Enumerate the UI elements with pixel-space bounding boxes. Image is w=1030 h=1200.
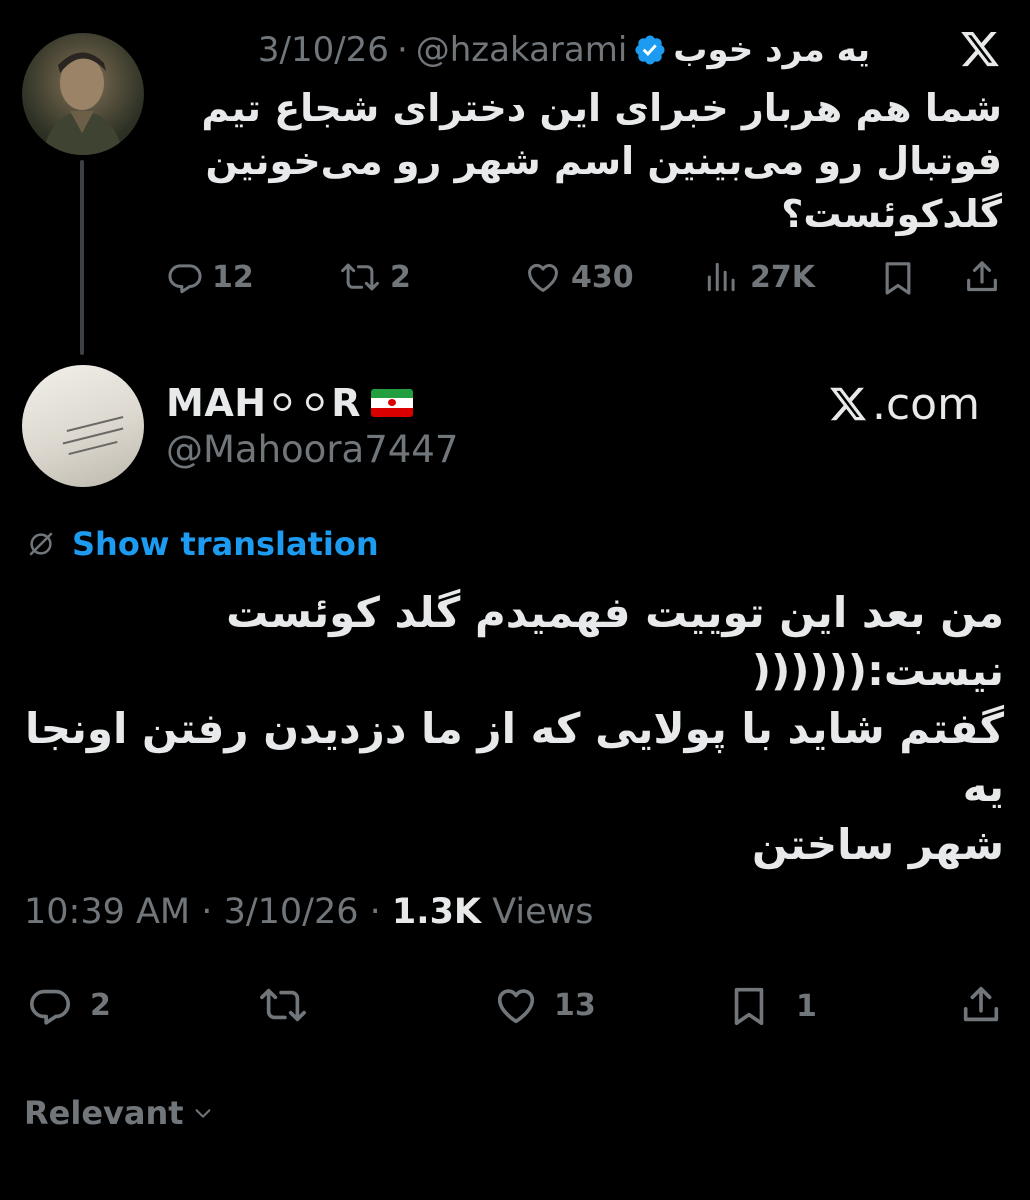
parent-text-line: شما هم هربار خبرای این دخترای شجاع تیم <box>201 86 1002 130</box>
x-com-logo: .com <box>826 378 980 430</box>
reply-reply-button[interactable]: 2 <box>26 982 111 1028</box>
parent-views-button[interactable]: 27K <box>702 258 815 296</box>
reply-avatar[interactable] <box>22 365 144 487</box>
parent-bookmark-button[interactable] <box>878 258 918 298</box>
sort-dropdown[interactable]: Relevant <box>24 1090 214 1136</box>
reply-reply-count: 2 <box>90 987 111 1023</box>
share-icon <box>967 261 997 292</box>
reply-date[interactable]: 3/10/26 <box>224 892 359 932</box>
sort-label: Relevant <box>24 1094 184 1132</box>
reply-views-count[interactable]: 1.3K <box>392 892 481 932</box>
parent-share-button[interactable] <box>962 256 1002 298</box>
show-translation-label[interactable]: Show translation <box>72 525 379 563</box>
reply-time[interactable]: 10:39 AM <box>24 892 190 932</box>
parent-repost-button[interactable]: 2 <box>338 258 411 296</box>
reply-bookmark-count: 1 <box>796 988 817 1024</box>
bookmark-icon <box>734 987 764 1026</box>
repost-icon <box>341 263 379 291</box>
heart-icon <box>497 989 535 1024</box>
parent-date[interactable]: 3/10/26 <box>258 30 389 70</box>
parent-text-line: گلدکوئست؟ <box>781 192 1002 236</box>
reply-icon <box>168 264 202 294</box>
share-icon <box>963 986 999 1022</box>
heart-icon <box>528 263 558 292</box>
x-com-label: .com <box>872 378 980 430</box>
parent-tweet-text: شما هم هربار خبرای این دخترای شجاع تیم ف… <box>182 82 1002 241</box>
parent-like-count: 430 <box>571 259 634 295</box>
meta-separator: · <box>201 892 213 932</box>
reply-handle[interactable]: @Mahoora7447 <box>166 428 458 471</box>
repost-icon <box>260 988 306 1022</box>
meta-separator: · <box>369 892 381 932</box>
reply-like-count: 13 <box>554 987 596 1023</box>
iran-flag-icon <box>370 389 413 417</box>
reply-text-line: شهر ساختن <box>751 820 1004 869</box>
parent-text-line: فوتبال رو می‌بینین اسم شهر رو می‌خونین <box>205 139 1002 183</box>
reply-display-name[interactable]: MAH⚪⚪R <box>166 381 361 425</box>
reply-text-line: گفتم شاید با پولایی که از ما دزدیدن رفتن… <box>25 704 1004 811</box>
parent-repost-count: 2 <box>390 259 411 295</box>
reply-meta-row: 10:39 AM · 3/10/26 · 1.3K Views <box>24 892 593 932</box>
reply-like-button[interactable]: 13 <box>492 982 596 1028</box>
bookmark-icon <box>885 262 911 295</box>
reply-repost-button[interactable] <box>256 982 310 1028</box>
reply-views-label: Views <box>492 892 594 932</box>
analytics-icon <box>707 262 735 292</box>
parent-reply-button[interactable]: 12 <box>166 258 254 296</box>
reply-share-button[interactable] <box>958 980 1004 1030</box>
parent-like-button[interactable]: 430 <box>523 258 634 296</box>
parent-tweet-header: یه مرد خوب @hzakarami · 3/10/26 <box>258 26 870 74</box>
parent-display-name[interactable]: یه مرد خوب <box>673 30 870 70</box>
thread-connector-line <box>80 160 84 355</box>
translate-off-icon <box>29 532 53 556</box>
reply-icon <box>29 989 71 1025</box>
parent-avatar[interactable] <box>22 33 144 155</box>
show-translation-button[interactable]: Show translation <box>26 522 379 566</box>
reply-text-line: نیست:(((((( <box>751 646 1004 695</box>
header-separator: · <box>396 30 408 70</box>
reply-name-row: MAH⚪⚪R <box>166 378 413 428</box>
verified-badge-icon <box>635 35 665 65</box>
x-logo-icon <box>830 387 867 421</box>
parent-reply-count: 12 <box>212 259 254 295</box>
reply-bookmark-button[interactable]: 1 <box>726 982 817 1030</box>
chevron-down-icon <box>195 1109 210 1118</box>
parent-handle[interactable]: @hzakarami <box>416 30 628 70</box>
reply-text-line: من بعد این توییت فهمیدم گلد کوئست <box>226 588 1004 637</box>
x-logo-icon <box>961 31 999 67</box>
reply-tweet-text: من بعد این توییت فهمیدم گلد کوئست نیست:(… <box>14 584 1004 874</box>
parent-views-count: 27K <box>750 259 815 295</box>
